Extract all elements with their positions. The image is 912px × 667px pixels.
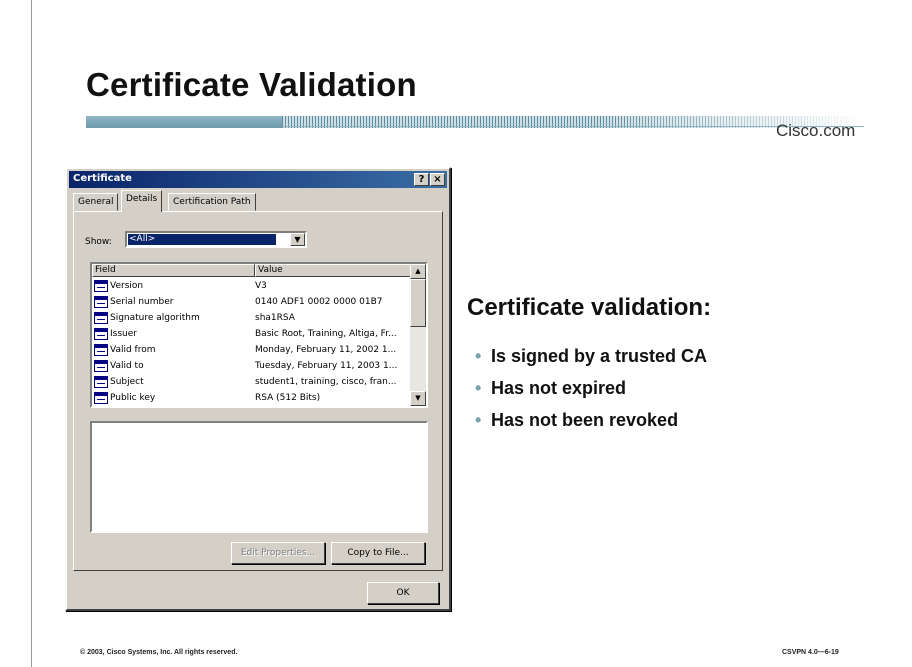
list-header: Field Value xyxy=(92,264,414,277)
certificate-field-icon xyxy=(94,375,108,388)
field-name: Issuer xyxy=(110,328,137,339)
field-name: Public key xyxy=(110,392,156,403)
bullet-item: • Has not expired xyxy=(475,377,707,409)
certificate-field-icon xyxy=(94,279,108,292)
bullet-text: Is signed by a trusted CA xyxy=(491,346,708,366)
bullet-icon: • xyxy=(475,410,482,430)
certificate-dialog: Certificate ? × General Details Certific… xyxy=(65,167,451,611)
bullet-list: • Is signed by a trusted CA • Has not expi… xyxy=(475,345,707,441)
show-label: Show: xyxy=(85,237,112,247)
field-value: Basic Root, Training, Altiga, Fr... xyxy=(255,328,397,339)
certificate-field-icon xyxy=(94,391,108,404)
slide-title: Certificate Validation xyxy=(86,66,417,103)
field-name: Signature algorithm xyxy=(110,312,200,323)
bullet-text: Has not been revoked xyxy=(491,410,679,430)
close-button[interactable]: × xyxy=(430,173,445,186)
certificate-field-icon xyxy=(94,311,108,324)
arrow-down-icon[interactable]: ▼ xyxy=(410,391,426,406)
list-item[interactable]: Issuer Basic Root, Training, Altiga, Fr.… xyxy=(92,326,414,341)
bullet-item: • Is signed by a trusted CA xyxy=(475,345,707,377)
field-name: Valid to xyxy=(110,360,144,371)
show-select[interactable]: <All> ▼ xyxy=(125,231,307,248)
certificate-field-icon xyxy=(94,327,108,340)
chevron-down-icon[interactable]: ▼ xyxy=(290,233,305,246)
ok-button[interactable]: OK xyxy=(367,582,439,604)
bullet-icon: • xyxy=(475,378,482,398)
title-underline xyxy=(86,116,864,128)
certificate-field-icon xyxy=(94,359,108,372)
certificate-field-icon xyxy=(94,343,108,356)
tab-details[interactable]: Details xyxy=(121,190,163,212)
field-value: Tuesday, February 11, 2003 1... xyxy=(255,360,398,371)
list-item[interactable]: Version V3 xyxy=(92,278,414,293)
section-heading: Certificate validation: xyxy=(467,294,712,321)
vertical-scrollbar[interactable]: ▲ ▼ xyxy=(410,264,426,406)
dialog-title: Certificate xyxy=(73,173,132,184)
help-button[interactable]: ? xyxy=(414,173,429,186)
column-header-field[interactable]: Field xyxy=(92,264,255,277)
tab-certification-path[interactable]: Certification Path xyxy=(168,193,256,211)
bullet-item: • Has not been revoked xyxy=(475,409,707,441)
bullet-text: Has not expired xyxy=(491,378,627,398)
copy-to-file-button[interactable]: Copy to File... xyxy=(331,542,425,564)
field-value: Monday, February 11, 2002 1... xyxy=(255,344,397,355)
list-item[interactable]: Signature algorithm sha1RSA xyxy=(92,310,414,325)
scroll-thumb[interactable] xyxy=(410,279,426,327)
field-name: Subject xyxy=(110,376,144,387)
list-item[interactable]: Subject student1, training, cisco, fran.… xyxy=(92,374,414,389)
field-value: 0140 ADF1 0002 0000 01B7 xyxy=(255,296,383,307)
field-name: Valid from xyxy=(110,344,156,355)
list-item[interactable]: Serial number 0140 ADF1 0002 0000 01B7 xyxy=(92,294,414,309)
edit-properties-button[interactable]: Edit Properties... xyxy=(231,542,325,564)
dialog-title-bar: Certificate ? × xyxy=(69,171,447,188)
cisco-brand: Cisco.com xyxy=(776,121,856,140)
field-value: sha1RSA xyxy=(255,312,295,323)
field-name: Version xyxy=(110,280,144,291)
list-item[interactable]: Valid from Monday, February 11, 2002 1..… xyxy=(92,342,414,357)
tab-general[interactable]: General xyxy=(73,193,119,211)
field-value: RSA (512 Bits) xyxy=(255,392,321,403)
bullet-icon: • xyxy=(475,346,482,366)
footer-slide-id: CSVPN 4.0—6-19 xyxy=(782,649,839,656)
arrow-up-icon[interactable]: ▲ xyxy=(410,264,426,279)
list-item[interactable]: Public key RSA (512 Bits) xyxy=(92,390,414,405)
field-list[interactable]: Field Value Version V3 Serial number 014… xyxy=(90,262,428,408)
show-select-value: <All> xyxy=(128,234,276,245)
list-item[interactable]: Valid to Tuesday, February 11, 2003 1... xyxy=(92,358,414,373)
field-value: student1, training, cisco, fran... xyxy=(255,376,397,387)
field-value: V3 xyxy=(255,280,267,291)
field-name: Serial number xyxy=(110,296,174,307)
footer-copyright: © 2003, Cisco Systems, Inc. All rights r… xyxy=(80,649,238,656)
column-header-value[interactable]: Value xyxy=(255,264,414,277)
certificate-field-icon xyxy=(94,295,108,308)
field-detail-box[interactable] xyxy=(90,421,428,533)
